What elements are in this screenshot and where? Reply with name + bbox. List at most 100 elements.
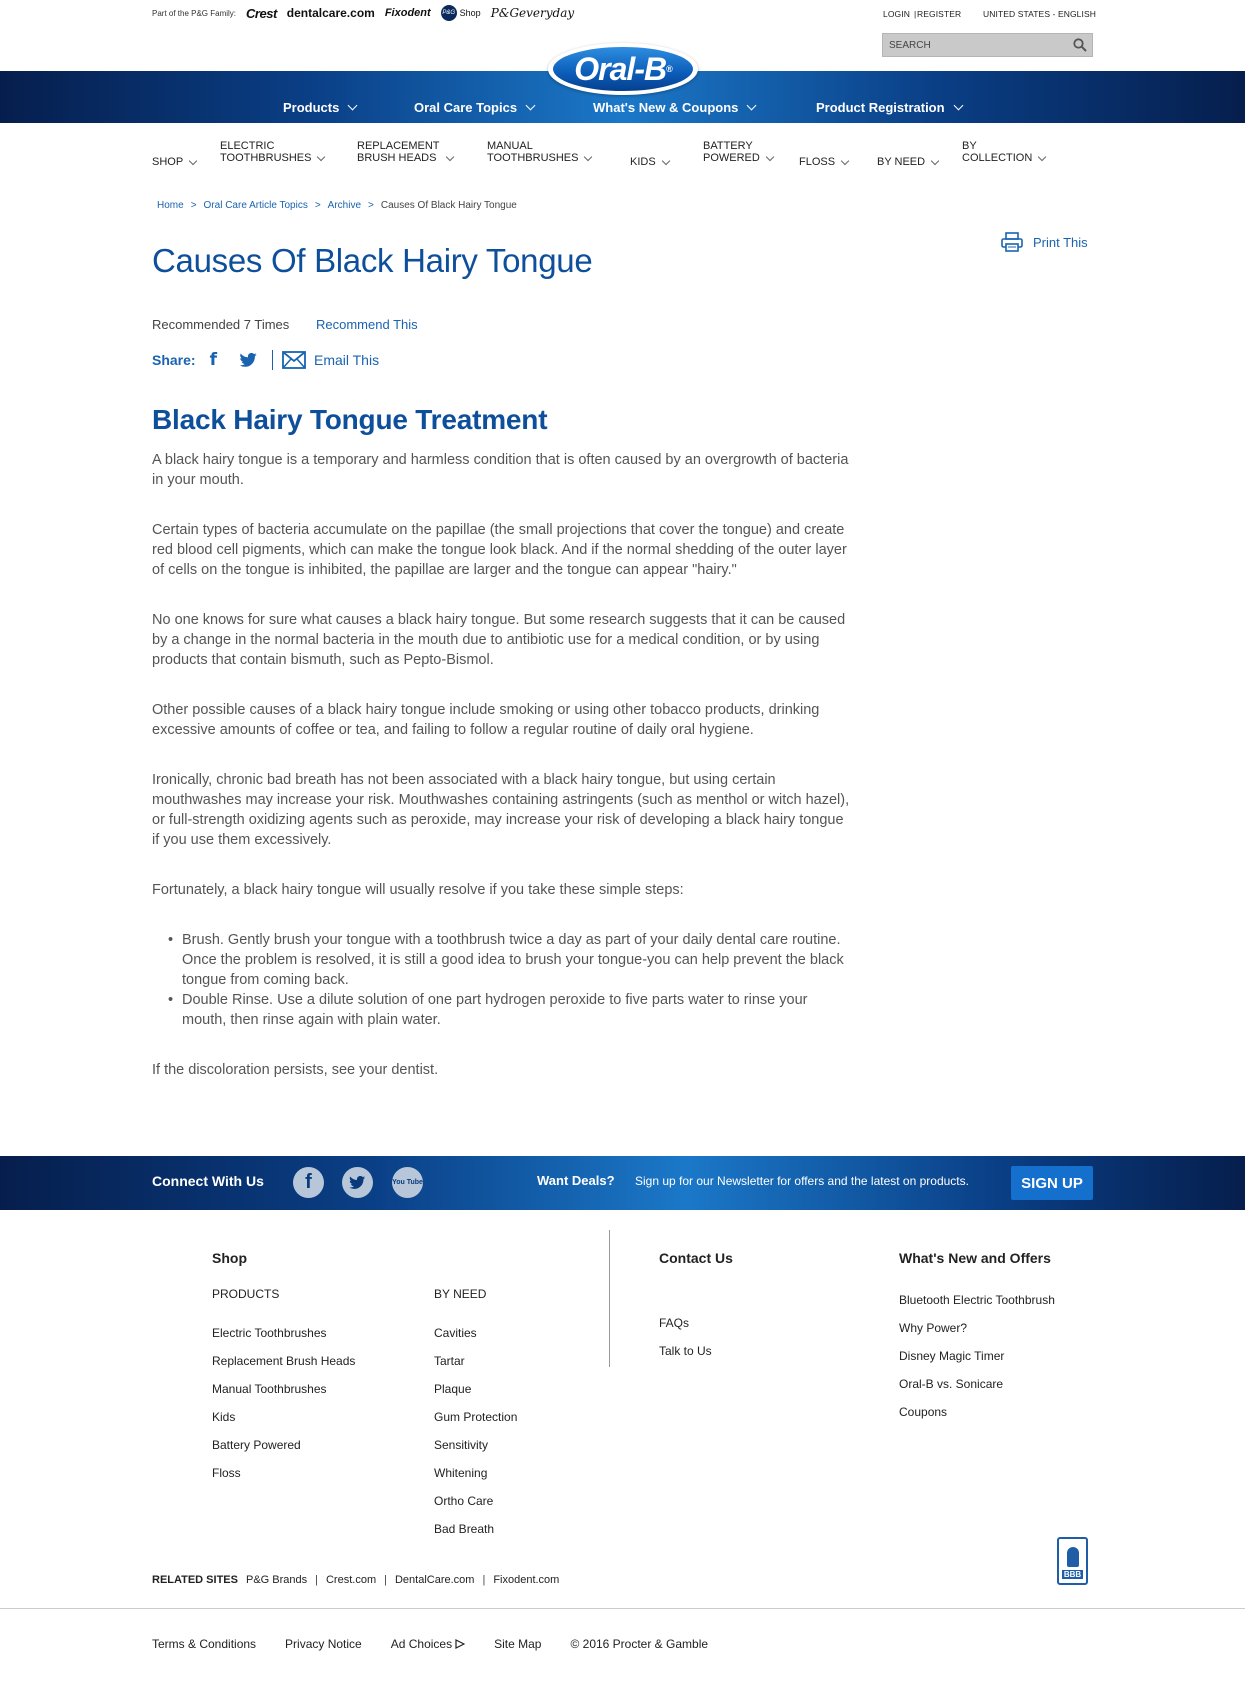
- subnav-replacement-brush-heads[interactable]: REPLACEMENT BRUSH HEADS: [357, 140, 454, 164]
- footer-link[interactable]: Talk to Us: [659, 1344, 712, 1358]
- subnav-by-need-label: BY NEED: [877, 156, 926, 168]
- footer-link[interactable]: Bluetooth Electric Toothbrush: [899, 1293, 1055, 1307]
- privacy-link[interactable]: Privacy Notice: [285, 1637, 362, 1651]
- footer-link[interactable]: Bad Breath: [434, 1522, 494, 1536]
- footer-link[interactable]: Battery Powered: [212, 1438, 301, 1452]
- recommended-count: Recommended 7 Times: [152, 317, 290, 332]
- breadcrumb-home[interactable]: Home: [157, 200, 184, 211]
- recommend-this-link[interactable]: Recommend This: [316, 317, 418, 332]
- footer-link[interactable]: Cavities: [434, 1326, 477, 1340]
- subnav-battery-label: BATTERY POWERED: [703, 140, 760, 164]
- brand-dentalcare-link[interactable]: dentalcare.com: [287, 6, 375, 20]
- footer-link[interactable]: Oral-B vs. Sonicare: [899, 1377, 1003, 1391]
- article-paragraph: Certain types of bacteria accumulate on …: [152, 522, 847, 578]
- subnav-battery-powered[interactable]: BATTERY POWERED: [703, 140, 775, 164]
- footer-link[interactable]: Electric Toothbrushes: [212, 1326, 327, 1340]
- footer-link[interactable]: Kids: [212, 1410, 235, 1424]
- related-site-link[interactable]: DentalCare.com: [395, 1574, 474, 1586]
- ad-choices-icon: [455, 1639, 466, 1649]
- sign-up-button[interactable]: SIGN UP: [1011, 1166, 1093, 1200]
- article-paragraph: Other possible causes of a black hairy t…: [152, 702, 820, 738]
- subnav-manual-toothbrushes[interactable]: MANUAL TOOTHBRUSHES: [487, 140, 593, 164]
- footer-contact-list: FAQs Talk to Us: [659, 1316, 712, 1372]
- nav-products[interactable]: Products: [283, 100, 358, 115]
- footer-whatsnew-heading: What's New and Offers: [899, 1250, 1051, 1266]
- footer-shop-heading: Shop: [212, 1250, 247, 1266]
- subnav-manual-label: MANUAL TOOTHBRUSHES: [487, 140, 579, 164]
- chevron-down-icon: [746, 100, 757, 111]
- newsletter-text: Sign up for our Newsletter for offers an…: [635, 1174, 969, 1188]
- nav-whats-new-label: What's New & Coupons: [593, 100, 739, 115]
- facebook-icon[interactable]: f: [293, 1167, 324, 1198]
- subnav-by-collection-label: BY COLLECTION: [962, 140, 1033, 164]
- breadcrumb-archive[interactable]: Archive: [328, 200, 361, 211]
- twitter-icon[interactable]: [342, 1167, 373, 1198]
- login-link[interactable]: LOGIN: [883, 9, 910, 19]
- subnav-by-collection[interactable]: BY COLLECTION: [962, 140, 1047, 164]
- footer-link[interactable]: Whitening: [434, 1466, 487, 1480]
- legal-links: Terms & Conditions Privacy Notice Ad Cho…: [152, 1637, 708, 1651]
- breadcrumb-oral-care-topics[interactable]: Oral Care Article Topics: [204, 200, 308, 211]
- related-site-link[interactable]: Fixodent.com: [493, 1574, 559, 1586]
- locale-selector[interactable]: UNITED STATES - ENGLISH: [983, 9, 1096, 19]
- footer-link[interactable]: Manual Toothbrushes: [212, 1382, 327, 1396]
- brand-pg-shop-link[interactable]: P&G Shop: [440, 5, 481, 21]
- want-deals-label: Want Deals?: [537, 1173, 615, 1188]
- list-item: Brush. Gently brush your tongue with a t…: [152, 930, 852, 990]
- footer-contact-heading: Contact Us: [659, 1250, 733, 1266]
- nav-whats-new[interactable]: What's New & Coupons: [593, 100, 757, 115]
- chevron-down-icon: [347, 100, 358, 111]
- related-site-link[interactable]: P&G Brands: [246, 1574, 307, 1586]
- chevron-down-icon: [317, 152, 326, 162]
- facebook-share-icon[interactable]: f: [210, 350, 217, 370]
- article-body: A black hairy tongue is a temporary and …: [152, 450, 852, 1080]
- site-map-link[interactable]: Site Map: [494, 1637, 541, 1651]
- ad-choices-link[interactable]: Ad Choices: [391, 1637, 466, 1651]
- bbb-badge[interactable]: BBB: [1057, 1537, 1088, 1585]
- nav-oral-care-topics[interactable]: Oral Care Topics: [414, 100, 536, 115]
- footer-link[interactable]: Coupons: [899, 1405, 947, 1419]
- search-icon[interactable]: [1073, 38, 1087, 52]
- print-button[interactable]: Print This: [1001, 232, 1088, 252]
- search-box: [882, 33, 1093, 57]
- subnav-electric-toothbrushes[interactable]: ELECTRIC TOOTHBRUSHES: [220, 140, 326, 164]
- footer-link[interactable]: Replacement Brush Heads: [212, 1354, 355, 1368]
- subnav-by-need[interactable]: BY NEED: [877, 156, 940, 168]
- envelope-icon: [282, 351, 306, 369]
- nav-product-registration[interactable]: Product Registration: [816, 100, 964, 115]
- share-bar: Share: f Email This: [152, 350, 379, 370]
- footer-link[interactable]: Ortho Care: [434, 1494, 493, 1508]
- subnav-shop[interactable]: SHOP: [152, 156, 198, 168]
- breadcrumb-separator: >: [190, 200, 197, 211]
- article-paragraph: No one knows for sure what causes a blac…: [152, 612, 846, 668]
- footer-link[interactable]: Plaque: [434, 1382, 471, 1396]
- article-heading: Black Hairy Tongue Treatment: [152, 404, 548, 435]
- brand-pgeveryday-link[interactable]: P&Geveryday: [491, 6, 574, 20]
- pg-family-bar: Part of the P&G Family: Crest dentalcare…: [152, 4, 574, 22]
- footer-link[interactable]: Why Power?: [899, 1321, 967, 1335]
- footer-products-list: Electric Toothbrushes Replacement Brush …: [212, 1326, 355, 1494]
- register-link[interactable]: REGISTER: [917, 9, 961, 19]
- subnav-electric-label: ELECTRIC TOOTHBRUSHES: [220, 140, 312, 164]
- footer-link[interactable]: Tartar: [434, 1354, 465, 1368]
- footer-link[interactable]: Floss: [212, 1466, 241, 1480]
- pg-shop-icon: P&G: [440, 5, 457, 21]
- oral-b-logo[interactable]: Oral-B ®: [548, 43, 698, 95]
- brand-crest-link[interactable]: Crest: [246, 6, 277, 21]
- email-share-button[interactable]: Email This: [282, 351, 379, 369]
- steps-list: Brush. Gently brush your tongue with a t…: [152, 930, 852, 1030]
- subnav-kids[interactable]: KIDS: [630, 156, 670, 168]
- footer-link[interactable]: FAQs: [659, 1316, 689, 1330]
- search-input[interactable]: [883, 34, 1063, 56]
- terms-link[interactable]: Terms & Conditions: [152, 1637, 256, 1651]
- footer-link[interactable]: Sensitivity: [434, 1438, 488, 1452]
- footer-link[interactable]: Gum Protection: [434, 1410, 517, 1424]
- footer-byneed-list: Cavities Tartar Plaque Gum Protection Se…: [434, 1326, 517, 1550]
- youtube-icon[interactable]: You Tube: [392, 1167, 423, 1198]
- brand-fixodent-link[interactable]: Fixodent: [385, 7, 431, 19]
- share-divider: [271, 350, 273, 370]
- subnav-floss[interactable]: FLOSS: [799, 156, 850, 168]
- related-site-link[interactable]: Crest.com: [326, 1574, 376, 1586]
- footer-link[interactable]: Disney Magic Timer: [899, 1349, 1004, 1363]
- twitter-share-icon[interactable]: [239, 352, 258, 368]
